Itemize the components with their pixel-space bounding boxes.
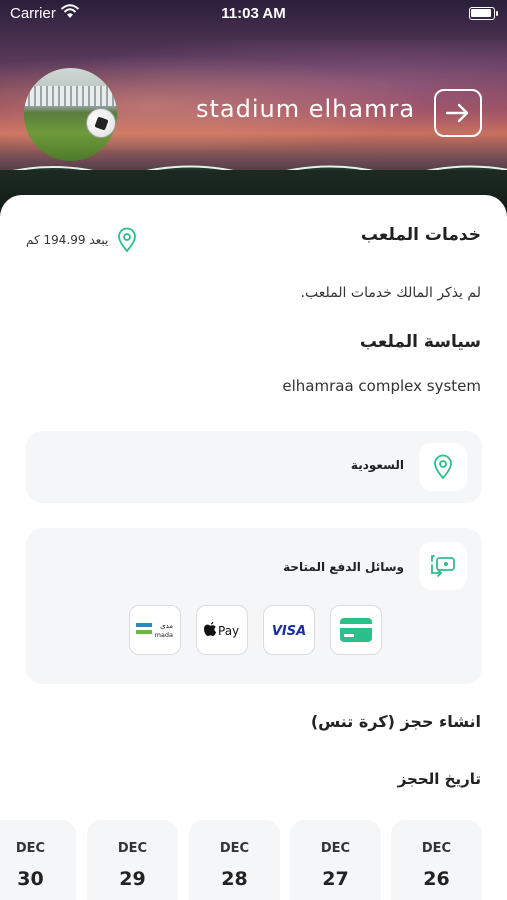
date-item[interactable]: DEC 26 (391, 820, 482, 900)
date-month: DEC (117, 841, 148, 856)
date-item[interactable]: DEC 27 (290, 820, 381, 900)
date-selector: DEC 26 DEC 27 DEC 28 DEC 29 DEC 30 (0, 820, 507, 900)
avatar-stand (24, 86, 117, 106)
payment-icon-box (419, 542, 467, 590)
date-month: DEC (421, 841, 452, 856)
date-month: DEC (320, 841, 351, 856)
card-method[interactable] (330, 605, 382, 655)
svg-text:Pay: Pay (218, 624, 239, 638)
services-title: خدمات الملعب (360, 225, 481, 245)
svg-text:مدى: مدى (160, 622, 173, 630)
date-day: 29 (119, 868, 146, 890)
visa-logo: VISA (272, 624, 306, 639)
mada-logo: مدى mada (136, 622, 173, 639)
date-day: 27 (322, 868, 349, 890)
payment-methods-title: وسائل الدفع المتاحة (283, 560, 404, 574)
credit-card-icon (340, 618, 372, 642)
mada-method[interactable]: مدى mada (129, 605, 181, 655)
svg-text:VISA: VISA (272, 624, 306, 639)
apple-pay-logo: Pay (204, 621, 239, 638)
stadium-title: stadium elhamra (196, 95, 416, 123)
booking-date-title: تاريخ الحجز (397, 770, 481, 788)
stadium-avatar (24, 68, 117, 161)
forward-button[interactable] (434, 89, 482, 137)
country-icon-box (419, 443, 467, 491)
services-text: لم يذكر المالك خدمات الملعب. (300, 285, 481, 301)
apple-pay-method[interactable]: Pay (196, 605, 248, 655)
payment-methods-row: مدى mada Pay VISA (129, 605, 382, 655)
policy-text: elhamraa complex system (282, 377, 481, 395)
payment-exchange-icon (431, 555, 455, 577)
policy-title: سياسة الملعب (359, 332, 481, 352)
booking-title: انشاء حجز (كرة تنس) (310, 712, 481, 731)
screen: Carrier 11:03 AM stadium elhamra خدمات ا… (0, 0, 507, 900)
clock: 11:03 AM (221, 5, 286, 22)
date-item[interactable]: DEC 30 (0, 820, 76, 900)
location-pin-icon (118, 227, 137, 253)
country-card: السعودية (26, 431, 482, 503)
visa-method[interactable]: VISA (263, 605, 315, 655)
arrow-right-icon (445, 103, 469, 123)
date-item[interactable]: DEC 28 (189, 820, 280, 900)
date-day: 26 (423, 868, 450, 890)
date-day: 28 (221, 868, 248, 890)
svg-text:mada: mada (155, 631, 173, 639)
details-sheet: خدمات الملعب يبعد 194.99 كم لم يذكر الما… (0, 195, 507, 900)
payment-card: وسائل الدفع المتاحة مدى mada Pay VISA (26, 528, 482, 684)
location-pin-icon (434, 454, 452, 480)
country-label: السعودية (350, 458, 404, 472)
date-day: 30 (17, 868, 44, 890)
date-month: DEC (15, 841, 46, 856)
football-image (86, 108, 116, 138)
distance-row: يبعد 194.99 كم (26, 227, 138, 253)
date-month: DEC (219, 841, 250, 856)
date-item[interactable]: DEC 29 (87, 820, 178, 900)
status-bar: Carrier 11:03 AM (0, 0, 507, 28)
distance-label: يبعد 194.99 كم (26, 233, 109, 247)
battery-icon (469, 7, 498, 20)
